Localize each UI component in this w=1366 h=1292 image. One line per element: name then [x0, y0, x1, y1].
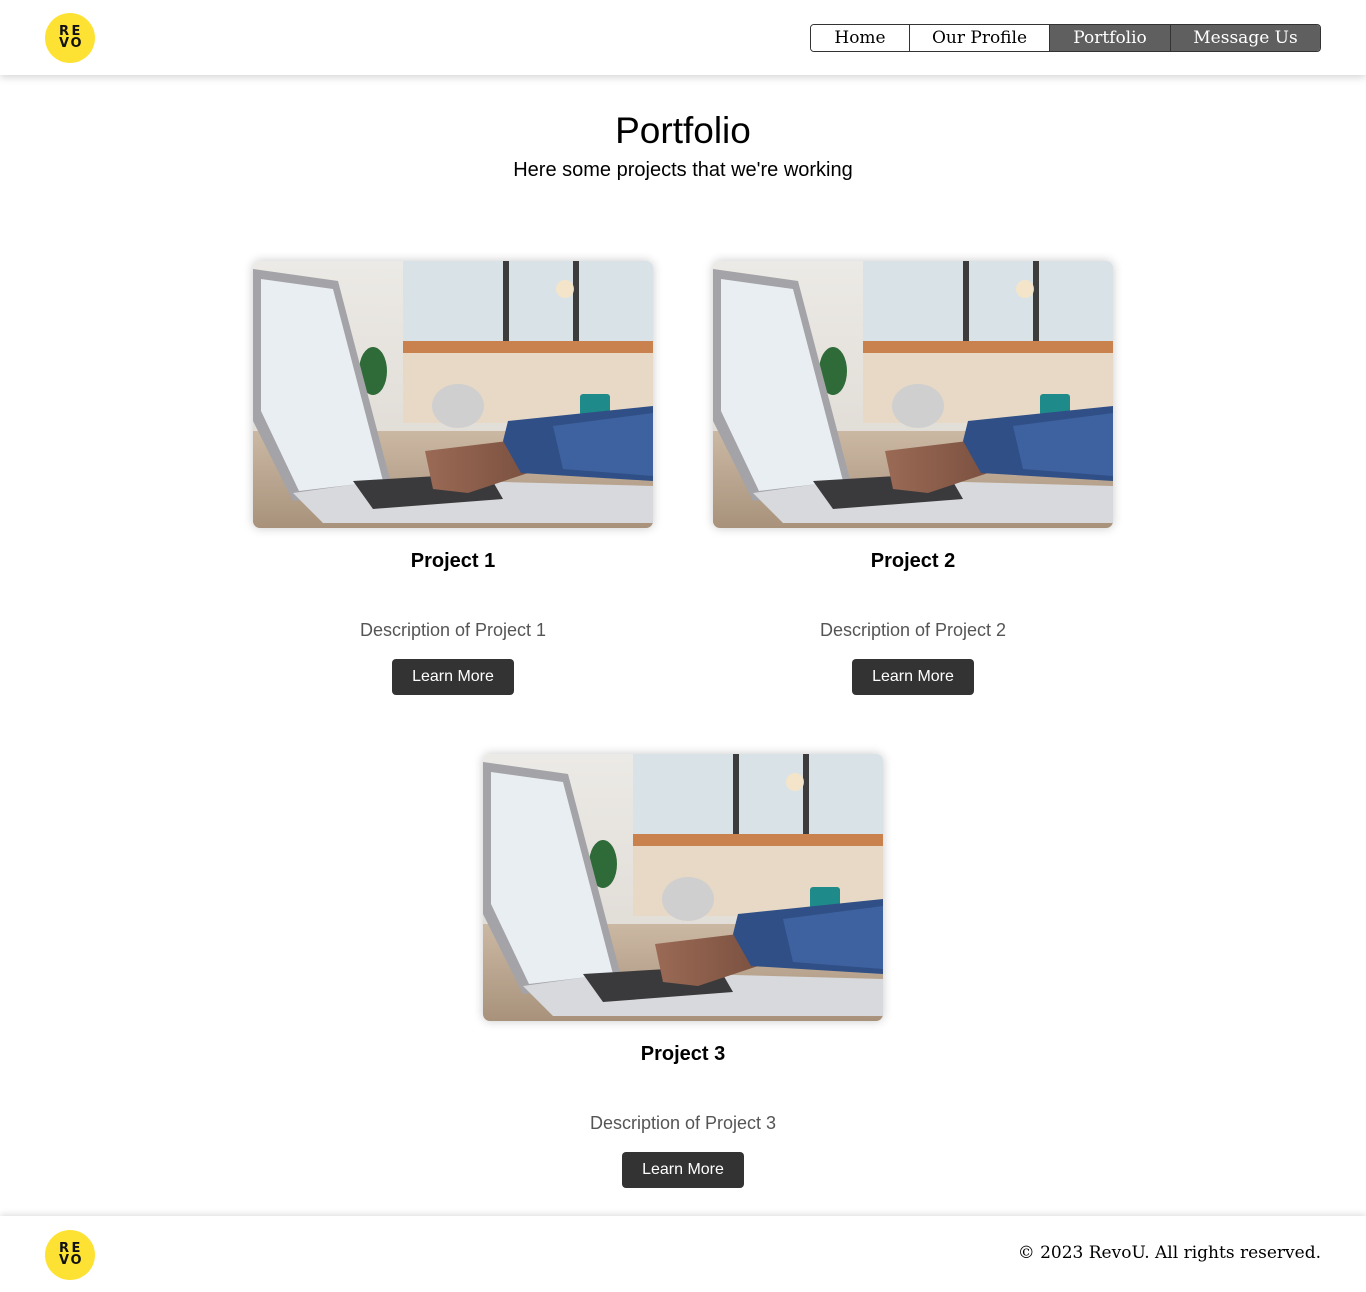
project-title: Project 2: [870, 550, 956, 572]
learn-more-button[interactable]: Learn More: [622, 1152, 744, 1188]
revou-logo[interactable]: R E V O: [45, 13, 95, 63]
nav-item-our-profile[interactable]: Our Profile: [910, 25, 1050, 51]
project-image: [483, 754, 883, 1021]
logo-letters: R E V O: [58, 25, 82, 51]
site-header: R E V O Home Our Profile Portfolio Messa…: [0, 0, 1366, 75]
logo-letter: V: [58, 1253, 70, 1268]
project-description: Description of Project 3: [589, 1113, 777, 1133]
project-title: Project 1: [410, 550, 496, 572]
project-card: Project 1 Description of Project 1 Learn…: [253, 261, 653, 695]
revou-logo[interactable]: R E V O: [45, 1230, 95, 1280]
page-subtitle: Here some projects that we're working: [513, 159, 853, 181]
project-description: Description of Project 1: [359, 620, 547, 640]
site-footer: R E V O © 2023 RevoU. All rights reserve…: [0, 1216, 1366, 1292]
project-image: [713, 261, 1113, 528]
nav-item-message-us[interactable]: Message Us: [1171, 25, 1320, 51]
page-title: Portfolio: [615, 110, 751, 151]
learn-more-button[interactable]: Learn More: [392, 659, 514, 695]
project-title: Project 3: [640, 1043, 726, 1065]
nav-item-home[interactable]: Home: [811, 25, 910, 51]
nav-item-portfolio[interactable]: Portfolio: [1050, 25, 1171, 51]
logo-letter: V: [58, 36, 70, 51]
logo-letters: R E V O: [58, 1242, 82, 1268]
project-card: Project 2 Description of Project 2 Learn…: [713, 261, 1113, 695]
logo-letter: O: [70, 36, 82, 51]
learn-more-button[interactable]: Learn More: [852, 659, 974, 695]
copyright-text: © 2023 RevoU. All rights reserved.: [1017, 1243, 1321, 1263]
project-card: Project 3 Description of Project 3 Learn…: [483, 754, 883, 1188]
main-nav: Home Our Profile Portfolio Message Us: [810, 24, 1321, 52]
logo-letter: O: [70, 1253, 82, 1268]
project-description: Description of Project 2: [819, 620, 1007, 640]
project-image: [253, 261, 653, 528]
